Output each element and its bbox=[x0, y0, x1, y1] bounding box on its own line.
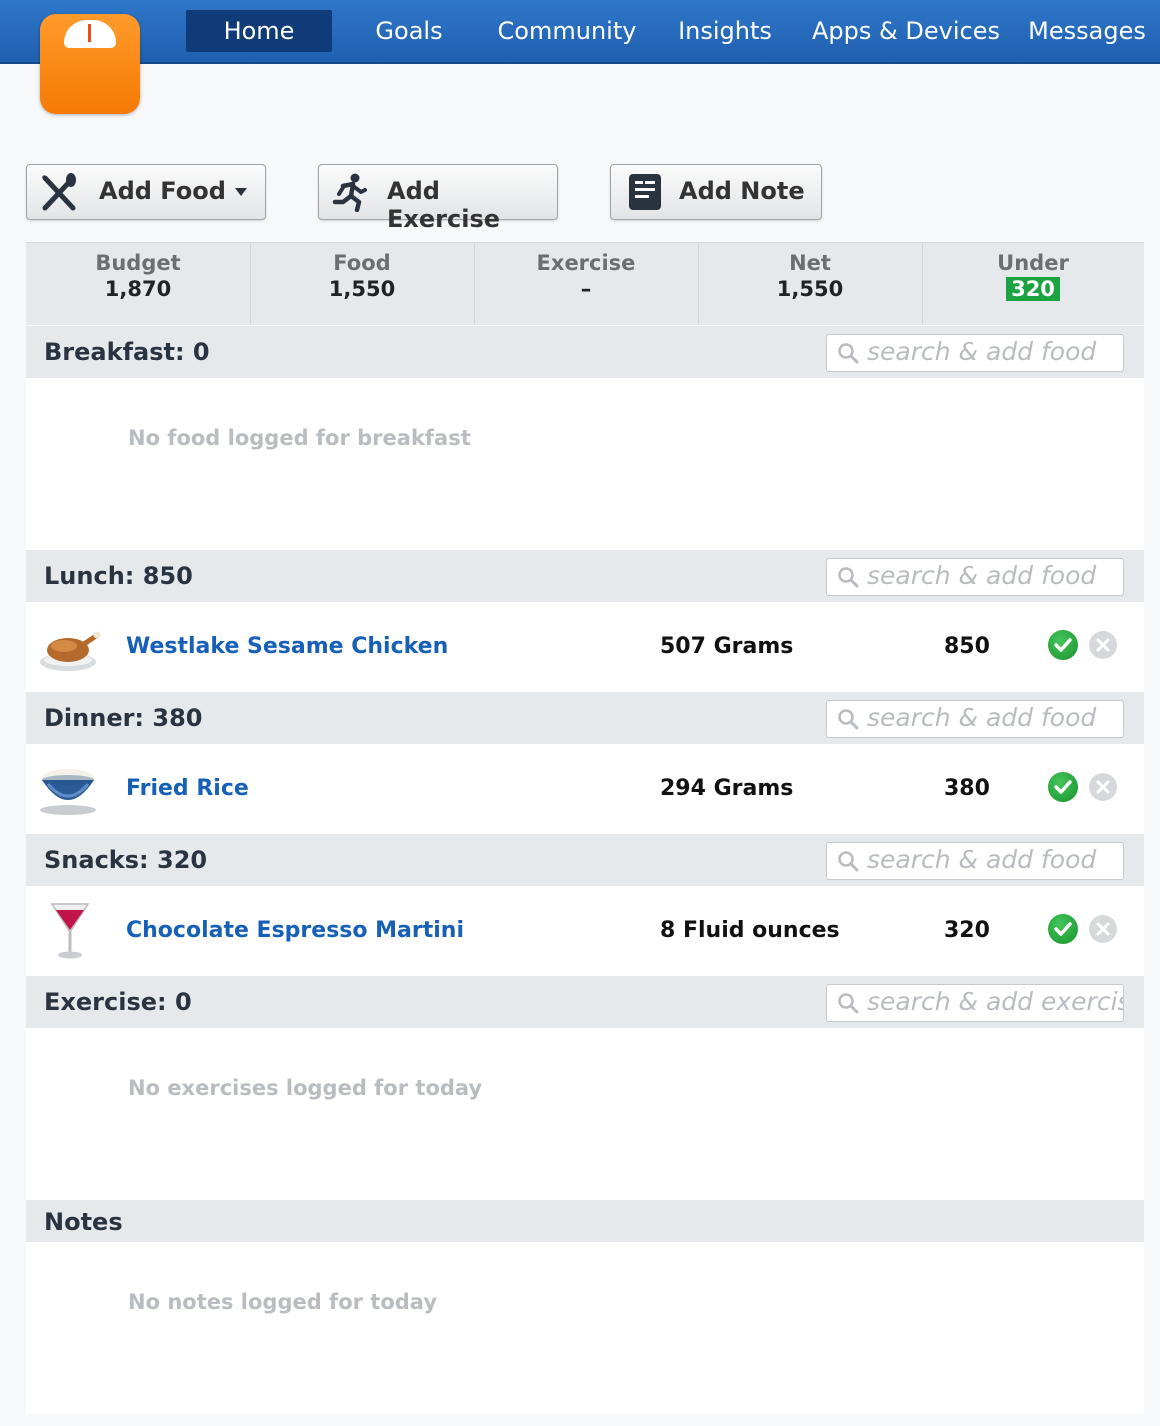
food-calories: 320 bbox=[944, 918, 990, 943]
search-icon bbox=[838, 567, 859, 588]
running-person-icon bbox=[332, 173, 367, 212]
food-name-link[interactable]: Westlake Sesame Chicken bbox=[126, 634, 448, 659]
summary-net: Net 1,550 bbox=[698, 243, 923, 325]
food-calories: 850 bbox=[944, 634, 990, 659]
lunch-search-placeholder: search & add food bbox=[867, 561, 1097, 590]
food-quantity: 294 Grams bbox=[660, 776, 794, 801]
lunch-header: Lunch: 850 search & add food bbox=[26, 550, 1144, 602]
dinner-header: Dinner: 380 search & add food bbox=[26, 692, 1144, 744]
delete-icon[interactable] bbox=[1089, 631, 1117, 659]
breakfast-header: Breakfast: 0 search & add food bbox=[26, 326, 1144, 378]
lunch-title: Lunch: 850 bbox=[44, 562, 193, 590]
exercise-header: Exercise: 0 search & add exercise bbox=[26, 976, 1144, 1028]
add-food-label: Add Food bbox=[99, 177, 226, 205]
budget-label: Budget bbox=[95, 251, 181, 275]
scale-dial-icon bbox=[64, 20, 116, 48]
breakfast-title: Breakfast: 0 bbox=[44, 338, 210, 366]
snacks-header: Snacks: 320 search & add food bbox=[26, 834, 1144, 886]
nav-insights[interactable]: Insights bbox=[670, 10, 780, 52]
net-value: 1,550 bbox=[776, 277, 844, 301]
delete-icon[interactable] bbox=[1089, 773, 1117, 801]
dinner-title: Dinner: 380 bbox=[44, 704, 203, 732]
add-exercise-button[interactable]: Add Exercise bbox=[318, 164, 558, 233]
exercise-value: – bbox=[580, 277, 592, 301]
notes-body: No notes logged for today bbox=[26, 1242, 1144, 1414]
food-label: Food bbox=[333, 251, 391, 275]
snacks-search-placeholder: search & add food bbox=[867, 845, 1097, 874]
exercise-label: Exercise bbox=[536, 251, 636, 275]
exercise-body: No exercises logged for today bbox=[26, 1028, 1144, 1200]
delete-icon[interactable] bbox=[1089, 915, 1117, 943]
summary-food: Food 1,550 bbox=[250, 243, 475, 325]
food-quantity: 507 Grams bbox=[660, 634, 794, 659]
fork-knife-icon bbox=[41, 173, 76, 211]
roast-chicken-icon bbox=[40, 631, 101, 671]
summary-under: Under 320 bbox=[922, 243, 1144, 325]
breakfast-empty-message: No food logged for breakfast bbox=[128, 426, 471, 450]
search-icon bbox=[838, 709, 859, 730]
budget-value: 1,870 bbox=[104, 277, 172, 301]
add-food-button[interactable]: Add Food bbox=[26, 164, 266, 220]
notes-title: Notes bbox=[44, 1208, 123, 1236]
under-label: Under bbox=[997, 251, 1069, 275]
snacks-search-input[interactable]: search & add food bbox=[826, 842, 1124, 880]
calorie-summary: Budget 1,870 Food 1,550 Exercise – Net 1… bbox=[26, 242, 1144, 325]
top-nav: Home Goals Community Insights Apps & Dev… bbox=[0, 0, 1160, 64]
dinner-search-input[interactable]: search & add food bbox=[826, 700, 1124, 738]
notes-empty-message: No notes logged for today bbox=[128, 1290, 438, 1314]
search-icon bbox=[838, 343, 859, 364]
add-exercise-label: Add Exercise bbox=[387, 177, 501, 233]
search-icon bbox=[838, 993, 859, 1014]
nav-goals[interactable]: Goals bbox=[360, 10, 458, 52]
food-value: 1,550 bbox=[328, 277, 396, 301]
lunch-search-input[interactable]: search & add food bbox=[826, 558, 1124, 596]
rice-bowl-icon bbox=[40, 769, 96, 815]
exercise-title: Exercise: 0 bbox=[44, 988, 192, 1016]
search-icon bbox=[838, 851, 859, 872]
app-logo-icon[interactable] bbox=[40, 14, 140, 114]
note-icon bbox=[629, 174, 661, 210]
add-note-button[interactable]: Add Note bbox=[610, 164, 822, 220]
food-name-link[interactable]: Chocolate Espresso Martini bbox=[126, 918, 464, 943]
breakfast-search-placeholder: search & add food bbox=[867, 337, 1097, 366]
check-icon[interactable] bbox=[1048, 630, 1078, 660]
exercise-search-input[interactable]: search & add exercise bbox=[826, 984, 1124, 1022]
check-icon[interactable] bbox=[1048, 772, 1078, 802]
nav-apps-devices[interactable]: Apps & Devices bbox=[808, 10, 1004, 52]
breakfast-search-input[interactable]: search & add food bbox=[826, 334, 1124, 372]
food-calories: 380 bbox=[944, 776, 990, 801]
summary-exercise: Exercise – bbox=[474, 243, 699, 325]
under-value-badge: 320 bbox=[1006, 277, 1060, 301]
add-note-label: Add Note bbox=[679, 177, 805, 205]
table-row: Westlake Sesame Chicken 507 Grams 850 bbox=[26, 602, 1144, 692]
martini-glass-icon bbox=[50, 903, 90, 959]
net-label: Net bbox=[789, 251, 831, 275]
nav-community[interactable]: Community bbox=[490, 10, 644, 52]
chevron-down-icon[interactable] bbox=[233, 186, 249, 198]
dinner-search-placeholder: search & add food bbox=[867, 703, 1097, 732]
notes-header: Notes bbox=[26, 1200, 1144, 1242]
table-row: Chocolate Espresso Martini 8 Fluid ounce… bbox=[26, 886, 1144, 976]
food-quantity: 8 Fluid ounces bbox=[660, 918, 840, 943]
nav-messages[interactable]: Messages bbox=[1024, 10, 1150, 52]
table-row: Fried Rice 294 Grams 380 bbox=[26, 744, 1144, 834]
breakfast-body: No food logged for breakfast bbox=[26, 378, 1144, 550]
snacks-title: Snacks: 320 bbox=[44, 846, 208, 874]
nav-home[interactable]: Home bbox=[186, 10, 332, 52]
check-icon[interactable] bbox=[1048, 914, 1078, 944]
exercise-search-placeholder: search & add exercise bbox=[867, 987, 1124, 1016]
food-name-link[interactable]: Fried Rice bbox=[126, 776, 249, 801]
exercise-empty-message: No exercises logged for today bbox=[128, 1076, 483, 1100]
summary-budget: Budget 1,870 bbox=[26, 243, 251, 325]
